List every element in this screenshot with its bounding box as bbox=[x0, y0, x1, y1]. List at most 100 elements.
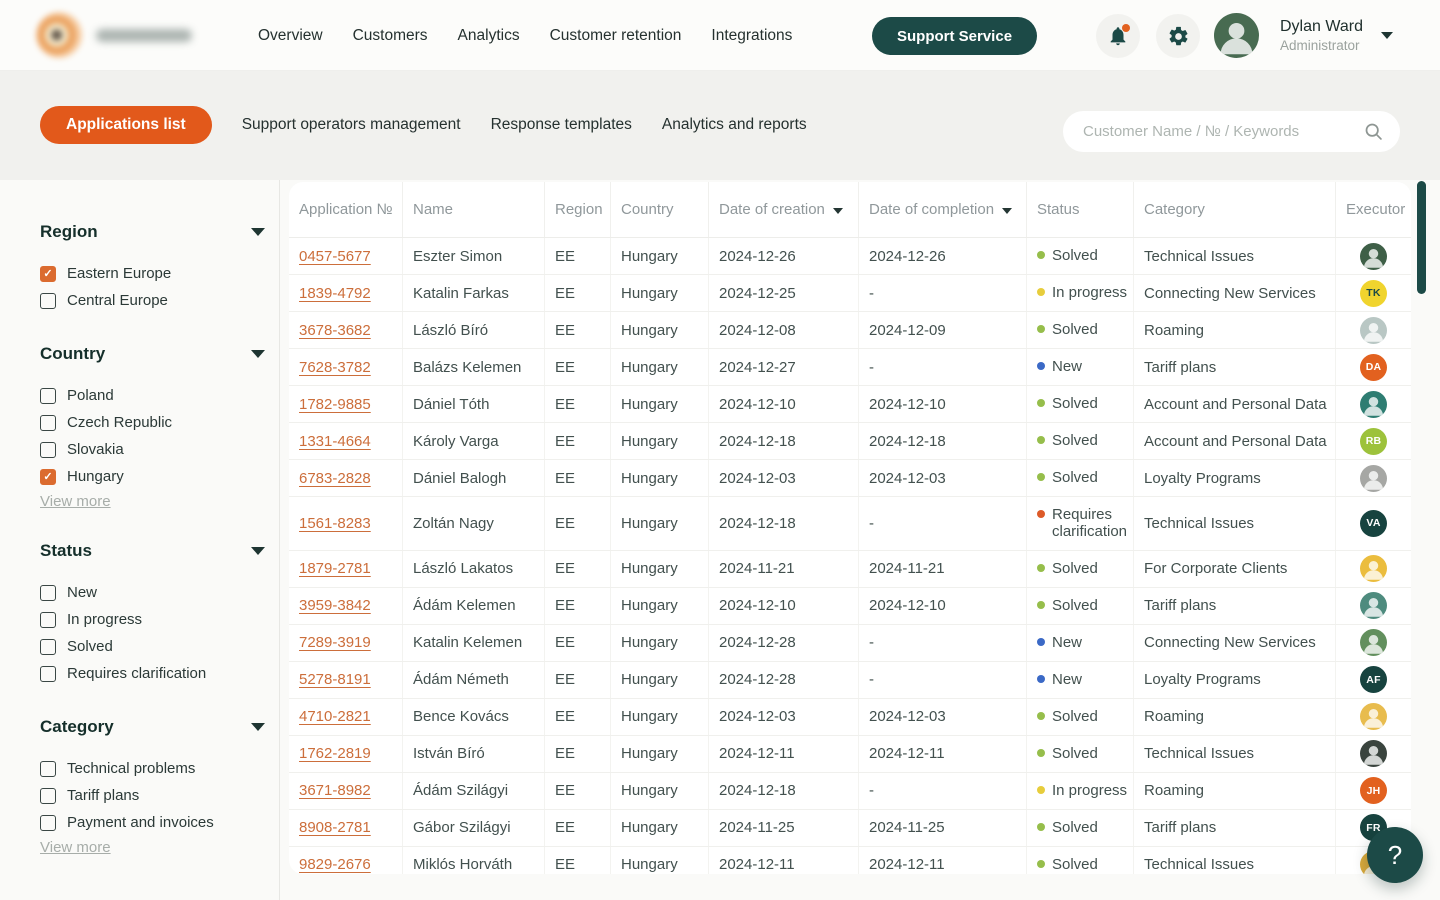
filter-option-payment-and-invoices[interactable]: Payment and invoices bbox=[40, 809, 265, 836]
checkbox-requires-clarification[interactable] bbox=[40, 666, 56, 682]
notifications-button[interactable] bbox=[1096, 14, 1140, 58]
view-more-link[interactable]: View more bbox=[40, 493, 111, 510]
brand-logo[interactable] bbox=[36, 12, 192, 58]
table-scrollbar[interactable] bbox=[1417, 181, 1426, 294]
filter-option-czech-republic[interactable]: Czech Republic bbox=[40, 409, 265, 436]
filter-option-poland[interactable]: Poland bbox=[40, 382, 265, 409]
filter-option-in-progress[interactable]: In progress bbox=[40, 606, 265, 633]
app-number-link[interactable]: 3678-3682 bbox=[299, 322, 371, 339]
tab-applications-list[interactable]: Applications list bbox=[40, 106, 212, 144]
app-number-link[interactable]: 1561-8283 bbox=[299, 515, 371, 532]
filter-option-tariff-plans[interactable]: Tariff plans bbox=[40, 782, 265, 809]
cell-executor bbox=[1336, 588, 1411, 624]
nav-item-analytics[interactable]: Analytics bbox=[458, 27, 520, 45]
app-number-link[interactable]: 8908-2781 bbox=[299, 819, 371, 836]
filter-title-region: Region bbox=[40, 222, 98, 242]
checkbox-solved[interactable] bbox=[40, 639, 56, 655]
nav-item-integrations[interactable]: Integrations bbox=[711, 27, 792, 45]
col-date-of-creation[interactable]: Date of creation bbox=[709, 182, 859, 237]
table-row[interactable]: 3671-8982Ádám SzilágyiEEHungary2024-12-1… bbox=[289, 773, 1411, 810]
app-number-link[interactable]: 3959-3842 bbox=[299, 597, 371, 614]
table-row[interactable]: 5278-8191Ádám NémethEEHungary2024-12-28-… bbox=[289, 662, 1411, 699]
app-number-link[interactable]: 7289-3919 bbox=[299, 634, 371, 651]
table-row[interactable]: 3959-3842Ádám KelemenEEHungary2024-12-10… bbox=[289, 588, 1411, 625]
filter-option-central-europe[interactable]: Central Europe bbox=[40, 287, 265, 314]
filter-title-row: Status bbox=[40, 541, 265, 561]
logo-text-blurred bbox=[96, 29, 192, 42]
table-row[interactable]: 1879-2781László LakatosEEHungary2024-11-… bbox=[289, 551, 1411, 588]
checkbox-hungary[interactable]: ✓ bbox=[40, 469, 56, 485]
app-number-link[interactable]: 3671-8982 bbox=[299, 782, 371, 799]
tab-response-templates[interactable]: Response templates bbox=[491, 107, 632, 143]
table-row[interactable]: 8908-2781Gábor SzilágyiEEHungary2024-11-… bbox=[289, 810, 1411, 847]
checkbox-poland[interactable] bbox=[40, 388, 56, 404]
app-number-link[interactable]: 1762-2819 bbox=[299, 745, 371, 762]
app-number-link[interactable]: 9829-2676 bbox=[299, 856, 371, 873]
checkbox-in-progress[interactable] bbox=[40, 612, 56, 628]
filter-option-slovakia[interactable]: Slovakia bbox=[40, 436, 265, 463]
table-row[interactable]: 6783-2828Dániel BaloghEEHungary2024-12-0… bbox=[289, 460, 1411, 497]
checkbox-new[interactable] bbox=[40, 585, 56, 601]
app-number-link[interactable]: 7628-3782 bbox=[299, 359, 371, 376]
user-avatar[interactable] bbox=[1214, 13, 1259, 58]
app-number-link[interactable]: 1879-2781 bbox=[299, 560, 371, 577]
settings-button[interactable] bbox=[1156, 14, 1200, 58]
table-row[interactable]: 1762-2819István BíróEEHungary2024-12-112… bbox=[289, 736, 1411, 773]
tab-support-operators-management[interactable]: Support operators management bbox=[242, 107, 461, 143]
app-number-link[interactable]: 6783-2828 bbox=[299, 470, 371, 487]
user-menu[interactable]: Dylan Ward Administrator bbox=[1280, 18, 1363, 53]
checkbox-czech-republic[interactable] bbox=[40, 415, 56, 431]
tab-analytics-and-reports[interactable]: Analytics and reports bbox=[662, 107, 807, 143]
filter-option-requires-clarification[interactable]: Requires clarification bbox=[40, 660, 265, 687]
nav-item-overview[interactable]: Overview bbox=[258, 27, 323, 45]
filter-option-hungary[interactable]: ✓Hungary bbox=[40, 463, 265, 490]
checkbox-eastern-europe[interactable]: ✓ bbox=[40, 266, 56, 282]
app-number-link[interactable]: 1782-9885 bbox=[299, 396, 371, 413]
filter-option-solved[interactable]: Solved bbox=[40, 633, 265, 660]
table-row[interactable]: 7628-3782Balázs KelemenEEHungary2024-12-… bbox=[289, 349, 1411, 386]
filter-option-technical-problems[interactable]: Technical problems bbox=[40, 755, 265, 782]
checkbox-payment-and-invoices[interactable] bbox=[40, 815, 56, 831]
help-button[interactable]: ? bbox=[1367, 827, 1423, 883]
cell-country: Hungary bbox=[611, 588, 709, 624]
search-input[interactable] bbox=[1063, 111, 1400, 152]
nav-item-customer-retention[interactable]: Customer retention bbox=[550, 27, 682, 45]
nav-item-customers[interactable]: Customers bbox=[353, 27, 428, 45]
table-row[interactable]: 7289-3919Katalin KelemenEEHungary2024-12… bbox=[289, 625, 1411, 662]
chevron-down-icon[interactable] bbox=[251, 350, 265, 358]
checkbox-tariff-plans[interactable] bbox=[40, 788, 56, 804]
table-row[interactable]: 9829-2676Miklós HorváthEEHungary2024-12-… bbox=[289, 847, 1411, 875]
app-number-link[interactable]: 4710-2821 bbox=[299, 708, 371, 725]
filter-option-eastern-europe[interactable]: ✓Eastern Europe bbox=[40, 260, 265, 287]
table-row[interactable]: 1839-4792Katalin FarkasEEHungary2024-12-… bbox=[289, 275, 1411, 312]
sort-desc-icon[interactable] bbox=[1002, 208, 1012, 214]
col-date-of-completion[interactable]: Date of completion bbox=[859, 182, 1027, 237]
support-service-button[interactable]: Support Service bbox=[872, 17, 1037, 55]
app-number-link[interactable]: 1331-4664 bbox=[299, 433, 371, 450]
table-row[interactable]: 1561-8283Zoltán NagyEEHungary2024-12-18-… bbox=[289, 497, 1411, 551]
checkbox-slovakia[interactable] bbox=[40, 442, 56, 458]
filter-title-status: Status bbox=[40, 541, 92, 561]
table-row[interactable]: 1782-9885Dániel TóthEEHungary2024-12-102… bbox=[289, 386, 1411, 423]
table-row[interactable]: 1331-4664Károly VargaEEHungary2024-12-18… bbox=[289, 423, 1411, 460]
status-badge: New bbox=[1037, 662, 1086, 697]
cell-date-creation: 2024-12-10 bbox=[709, 386, 859, 422]
checkbox-central-europe[interactable] bbox=[40, 293, 56, 309]
cell-status: In progress bbox=[1027, 275, 1134, 311]
cell-country: Hungary bbox=[611, 312, 709, 348]
filter-option-new[interactable]: New bbox=[40, 579, 265, 606]
chevron-down-icon[interactable] bbox=[251, 723, 265, 731]
checkbox-technical-problems[interactable] bbox=[40, 761, 56, 777]
table-row[interactable]: 4710-2821Bence KovácsEEHungary2024-12-03… bbox=[289, 699, 1411, 736]
table-row[interactable]: 0457-5677Eszter SimonEEHungary2024-12-26… bbox=[289, 238, 1411, 275]
chevron-down-icon[interactable] bbox=[251, 228, 265, 236]
chevron-down-icon[interactable] bbox=[251, 547, 265, 555]
sort-desc-icon[interactable] bbox=[833, 208, 843, 214]
search-icon[interactable] bbox=[1363, 121, 1384, 142]
app-number-link[interactable]: 5278-8191 bbox=[299, 671, 371, 688]
app-number-link[interactable]: 1839-4792 bbox=[299, 285, 371, 302]
table-row[interactable]: 3678-3682László BíróEEHungary2024-12-082… bbox=[289, 312, 1411, 349]
app-number-link[interactable]: 0457-5677 bbox=[299, 248, 371, 265]
view-more-link[interactable]: View more bbox=[40, 839, 111, 856]
chevron-down-icon[interactable] bbox=[1381, 32, 1393, 39]
